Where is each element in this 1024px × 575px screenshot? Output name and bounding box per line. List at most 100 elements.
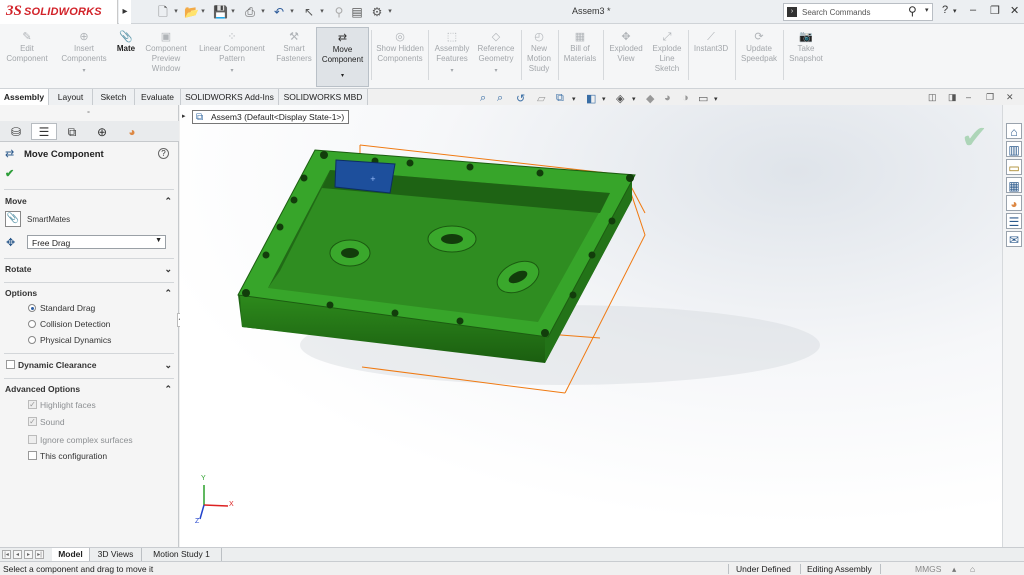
tile-icon[interactable]: ◫ [928,92,937,103]
sound-checkbox[interactable]: ✓ [28,417,37,426]
unit-dropdown-icon[interactable]: ▴ [952,564,956,575]
collapse-chevron-icon[interactable]: ⌃ [164,196,172,207]
show-hidden-components-button[interactable]: ◎ Show Hidden Components [374,27,426,85]
appearances-icon[interactable]: ◕ [1006,195,1022,211]
previous-view-icon[interactable]: ↺ [516,92,525,105]
solidworks-forum-icon[interactable]: ✉ [1006,231,1022,247]
last-tab-nav-icon[interactable]: ▸| [35,550,44,559]
undo-dropdown-icon[interactable]: ▾ [288,4,296,20]
dropdown-icon[interactable]: ▾ [632,95,636,103]
move-component-button[interactable]: ⇄ Move Component ▾ [316,27,369,87]
this-configuration-checkbox[interactable] [28,451,37,460]
explode-line-sketch-button[interactable]: ⤢ Explode Line Sketch [648,27,686,85]
display-style-icon[interactable]: ◈ [616,92,624,105]
help-icon[interactable]: ? [158,148,169,159]
status-expand-icon[interactable]: ⌂ [970,564,975,574]
hide-show-items-icon[interactable]: ◆ [646,92,654,105]
drag-mode-select[interactable]: Free Drag ▼ [27,235,166,249]
tab-3d-views[interactable]: 3D Views [90,548,142,561]
instant3d-button[interactable]: ⟋ Instant3D [690,27,732,85]
ignore-complex-surfaces-checkbox[interactable] [28,435,37,444]
search-dropdown-icon[interactable]: ▾ [925,6,929,14]
tile-icon[interactable]: ◨ [948,92,957,103]
first-tab-nav-icon[interactable]: |◂ [2,550,11,559]
close-button[interactable]: ✕ [1010,4,1019,17]
breadcrumb-expand-icon[interactable]: ▸ [182,112,186,120]
save-dropdown-icon[interactable]: ▾ [229,4,237,20]
component-preview-window-button[interactable]: ▣ Component Preview Window [141,27,191,85]
tab-layout[interactable]: Layout [49,89,93,105]
select-icon[interactable]: ↖ [302,4,316,20]
tab-model[interactable]: Model [52,548,90,561]
dropdown-icon[interactable]: ▾ [602,95,606,103]
selected-face[interactable] [334,159,396,194]
update-speedpak-button[interactable]: ⟳ Update Speedpak [737,27,781,85]
edit-component-button[interactable]: ✎ Edit Component [4,27,50,85]
mate-button[interactable]: 📎 Mate [113,27,139,85]
restore-button[interactable]: ❐ [990,4,1000,17]
take-snapshot-button[interactable]: 📷 Take Snapshot [785,27,827,85]
dynamic-annotation-icon[interactable]: ⧉ [556,92,564,105]
linear-component-pattern-button[interactable]: ⁘ Linear Component Pattern ▾ [194,27,270,85]
help-dropdown-icon[interactable]: ▾ [953,7,957,15]
file-properties-icon[interactable]: ▤ [350,4,364,20]
dropdown-icon[interactable]: ▾ [572,95,576,103]
prev-tab-nav-icon[interactable]: ◂ [13,550,22,559]
expand-chevron-icon[interactable]: ⌄ [164,264,172,275]
dimxpert-manager-tab-icon[interactable]: ⊕ [89,123,115,140]
tab-add-ins[interactable]: SOLIDWORKS Add-Ins [181,89,279,105]
undo-icon[interactable]: ↶ [272,4,286,20]
model-view[interactable]: + [180,105,1002,547]
custom-properties-icon[interactable]: ☰ [1006,213,1022,229]
breadcrumb[interactable]: ⧉ Assem3 (Default<Display State-1>) [192,110,350,124]
feature-manager-tab-icon[interactable]: ⛁ [3,123,29,140]
highlight-faces-checkbox[interactable]: ✓ [28,400,37,409]
solidworks-resources-icon[interactable]: ⌂ [1006,123,1022,139]
tab-sketch[interactable]: Sketch [93,89,135,105]
open-icon[interactable]: 📂 [184,4,199,20]
new-motion-study-button[interactable]: ◴ New Motion Study [522,27,556,85]
panel-grip[interactable]: ⚬ [86,109,91,116]
menu-expand-arrow-icon[interactable]: ▸ [119,0,131,24]
collapse-chevron-icon[interactable]: ⌃ [164,384,172,395]
zoom-to-fit-icon[interactable]: ⌕ [480,92,486,105]
tab-mbd[interactable]: SOLIDWORKS MBD [279,89,368,105]
physical-dynamics-radio[interactable] [28,336,36,344]
minimize-doc-icon[interactable]: – [966,92,971,102]
smart-fasteners-button[interactable]: ⚒ Smart Fasteners [273,27,315,85]
search-commands-field[interactable]: › Search Commands ⚲ ▾ [783,3,933,21]
tab-evaluate[interactable]: Evaluate [135,89,181,105]
save-icon[interactable]: 💾 [213,4,228,20]
display-manager-tab-icon[interactable]: ◕ [119,123,145,140]
section-view-icon[interactable]: ▱ [537,92,545,105]
collision-detection-radio[interactable] [28,320,36,328]
options-dropdown-icon[interactable]: ▾ [386,4,394,20]
dynamic-clearance-checkbox[interactable] [6,360,15,369]
select-dropdown-icon[interactable]: ▾ [318,4,326,20]
close-doc-icon[interactable]: ✕ [1006,92,1014,103]
view-palette-icon[interactable]: ▦ [1006,177,1022,193]
apply-scene-icon[interactable]: ◑ [682,92,689,104]
configuration-manager-tab-icon[interactable]: ⧉ [59,123,85,140]
next-tab-nav-icon[interactable]: ▸ [24,550,33,559]
standard-drag-radio[interactable] [28,304,36,312]
rebuild-icon[interactable]: ⚲ [332,4,346,20]
new-dropdown-icon[interactable]: ▾ [172,4,180,20]
design-library-icon[interactable]: ▥ [1006,141,1022,157]
restore-doc-icon[interactable]: ❐ [986,92,994,103]
options-icon[interactable]: ⚙ [370,4,384,20]
open-dropdown-icon[interactable]: ▾ [199,4,207,20]
bill-of-materials-button[interactable]: ▦ Bill of Materials [560,27,600,85]
minimize-button[interactable]: – [970,4,976,16]
new-icon[interactable]: 🗋 [156,4,170,20]
file-explorer-icon[interactable]: ▭ [1006,159,1022,175]
edit-appearance-icon[interactable]: ◕ [664,92,671,104]
collapse-chevron-icon[interactable]: ⌃ [164,288,172,299]
tab-assembly[interactable]: Assembly [0,89,49,105]
print-icon[interactable]: ⎙ [243,4,257,20]
solidworks-logo[interactable]: 3S SOLIDWORKS [0,0,118,24]
property-manager-tab-icon[interactable]: ☰ [31,123,57,140]
dropdown-icon[interactable]: ▾ [714,95,718,103]
unit-system[interactable]: MMGS [915,564,941,574]
assembly-features-button[interactable]: ⬚ Assembly Features ▾ [431,27,473,85]
